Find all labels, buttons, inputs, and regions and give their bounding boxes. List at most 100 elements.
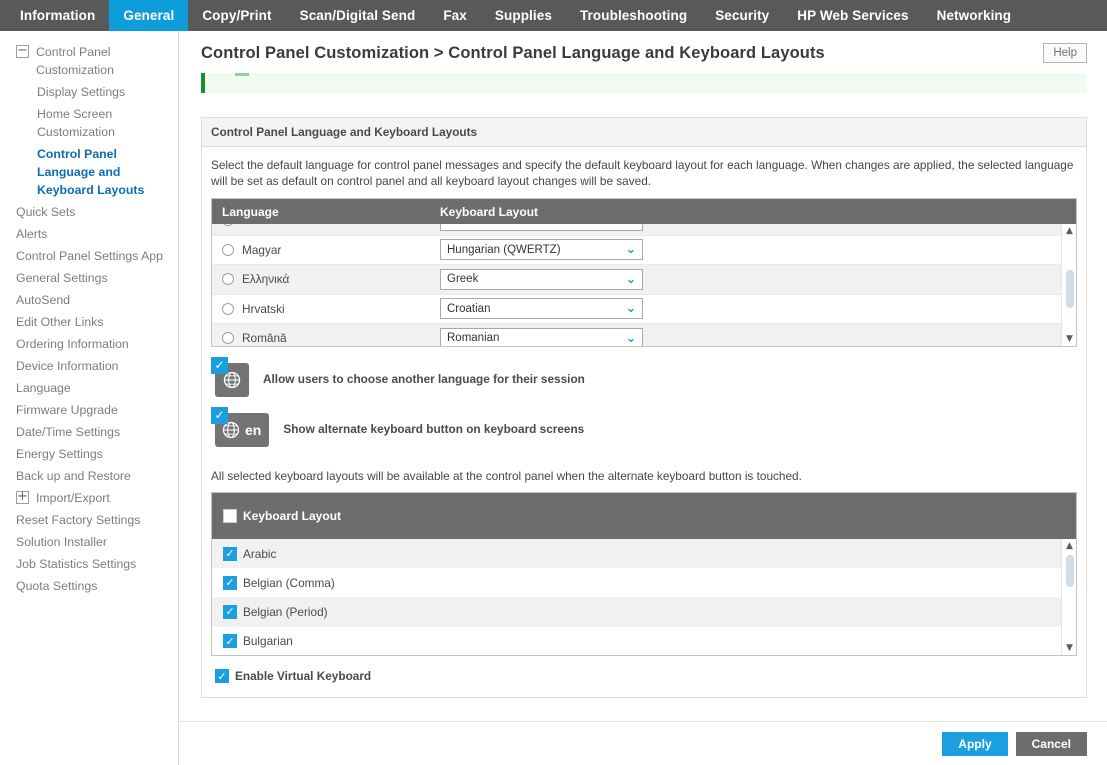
option-row[interactable]: en✓ Show alternate keyboard button on key… <box>215 413 1077 447</box>
sidebar-item-language[interactable]: Language <box>0 377 178 399</box>
enable-virtual-keyboard-row[interactable]: ✓ Enable Virtual Keyboard <box>215 669 1077 683</box>
language-name-cell: Hrvatski <box>222 302 440 316</box>
keyboard-layout-dropdown[interactable]: ⌄ <box>440 224 643 231</box>
scrollbar-thumb[interactable] <box>1066 270 1074 308</box>
sidebar-item-display-settings[interactable]: Display Settings <box>0 81 178 103</box>
sidebar-item-job-statistics-settings[interactable]: Job Statistics Settings <box>0 553 178 575</box>
chevron-down-icon[interactable]: ⌄ <box>620 301 642 316</box>
sidebar-item-solution-installer[interactable]: Solution Installer <box>0 531 178 553</box>
keyboard-layout-dropdown[interactable]: Romanian⌄ <box>440 328 643 346</box>
nav-tab-hp-web-services[interactable]: HP Web Services <box>783 0 922 31</box>
language-row[interactable]: Hrvatski Croatian⌄ <box>212 295 1076 325</box>
language-label: Hrvatski <box>242 302 285 316</box>
collapse-minus-icon[interactable]: − <box>16 45 29 58</box>
language-name-cell: Ελληνικά <box>222 272 440 286</box>
sidebar-item-label: Back up and Restore <box>16 467 131 485</box>
language-row[interactable]: ⌄ <box>212 224 1076 236</box>
keyboard-layout-row[interactable]: ✓Bulgarian <box>212 627 1076 655</box>
keyboard-layout-checkbox[interactable]: ✓ <box>223 576 237 590</box>
keyboard-layout-dropdown[interactable]: Hungarian (QWERTZ)⌄ <box>440 239 643 260</box>
keyboard-layout-row[interactable]: ✓ Belgian (Comma) <box>212 568 1076 597</box>
keyboard-layout-row[interactable]: ✓ Arabic <box>212 539 1076 568</box>
help-button[interactable]: Help <box>1043 43 1087 63</box>
keyboard-layout-scrollbar[interactable]: ▲ ▼ <box>1061 539 1076 655</box>
sidebar-item-control-panel-language-and-keyboard-layouts[interactable]: Control Panel Language and Keyboard Layo… <box>0 143 178 201</box>
enable-virtual-keyboard-checkbox[interactable]: ✓ <box>215 669 229 683</box>
sidebar-item-control-panel-settings-app[interactable]: Control Panel Settings App <box>0 245 178 267</box>
language-grid: Language Keyboard Layout ⌄MagyarHungaria… <box>211 198 1077 347</box>
sidebar-item-control-panel-customization[interactable]: −Control Panel Customization <box>0 41 178 81</box>
sidebar-item-energy-settings[interactable]: Energy Settings <box>0 443 178 465</box>
language-label: Română <box>242 331 287 345</box>
option-label: Show alternate keyboard button on keyboa… <box>283 422 584 436</box>
option-icon-button-wrap: en✓ <box>215 413 269 447</box>
select-all-checkbox[interactable] <box>223 509 237 523</box>
chevron-down-icon[interactable]: ⌄ <box>620 331 642 346</box>
language-grid-header: Language Keyboard Layout <box>212 199 1076 224</box>
chevron-down-icon[interactable]: ⌄ <box>620 242 642 257</box>
sidebar-item-reset-factory-settings[interactable]: Reset Factory Settings <box>0 509 178 531</box>
language-radio[interactable] <box>222 224 234 226</box>
chevron-down-icon[interactable]: ▼ <box>1062 641 1076 655</box>
nav-tab-supplies[interactable]: Supplies <box>481 0 566 31</box>
chevron-up-icon[interactable]: ▲ <box>1062 224 1076 238</box>
option-checkbox[interactable]: ✓ <box>211 357 228 374</box>
cancel-button[interactable]: Cancel <box>1016 732 1087 756</box>
language-radio[interactable] <box>222 273 234 285</box>
nav-tab-information[interactable]: Information <box>6 0 109 31</box>
main-content: Control Panel Customization > Control Pa… <box>179 31 1107 765</box>
sidebar-navigation: −Control Panel CustomizationDisplay Sett… <box>0 31 179 765</box>
chevron-down-icon[interactable]: ▼ <box>1062 332 1076 346</box>
nav-tab-general[interactable]: General <box>109 0 188 31</box>
language-row[interactable]: MagyarHungarian (QWERTZ)⌄ <box>212 236 1076 266</box>
apply-button[interactable]: Apply <box>942 732 1007 756</box>
keyboard-layout-label: Arabic <box>243 547 276 561</box>
sidebar-item-date-time-settings[interactable]: Date/Time Settings <box>0 421 178 443</box>
scrollbar-thumb[interactable] <box>1066 555 1074 587</box>
keyboard-layout-checkbox[interactable]: ✓ <box>223 634 237 648</box>
language-grid-scrollbar[interactable]: ▲ ▼ <box>1061 224 1076 346</box>
sidebar-item-alerts[interactable]: Alerts <box>0 223 178 245</box>
sidebar-item-ordering-information[interactable]: Ordering Information <box>0 333 178 355</box>
sidebar-item-quota-settings[interactable]: Quota Settings <box>0 575 178 597</box>
keyboard-layout-label: Belgian (Comma) <box>243 576 335 590</box>
nav-tab-scan-digital-send[interactable]: Scan/Digital Send <box>286 0 430 31</box>
option-rows: ✓ Allow users to choose another language … <box>211 363 1077 447</box>
chevron-up-icon[interactable]: ▲ <box>1062 539 1076 553</box>
keyboard-layout-checkbox[interactable]: ✓ <box>223 547 237 561</box>
sidebar-item-back-up-and-restore[interactable]: Back up and Restore <box>0 465 178 487</box>
chevron-down-icon[interactable]: ⌄ <box>620 224 642 228</box>
nav-tab-troubleshooting[interactable]: Troubleshooting <box>566 0 701 31</box>
language-row[interactable]: Română Romanian⌄ <box>212 324 1076 346</box>
keyboard-layout-row[interactable]: ✓Belgian (Period) <box>212 597 1076 626</box>
nav-tab-security[interactable]: Security <box>701 0 783 31</box>
keyboard-layout-checkbox[interactable]: ✓ <box>223 605 237 619</box>
nav-tab-copy-print[interactable]: Copy/Print <box>188 0 285 31</box>
option-checkbox[interactable]: ✓ <box>211 407 228 424</box>
sidebar-item-home-screen-customization[interactable]: Home Screen Customization <box>0 103 178 143</box>
keyboard-layout-list-header: Keyboard Layout <box>212 493 1076 539</box>
option-label: Allow users to choose another language f… <box>263 372 585 386</box>
language-radio[interactable] <box>222 303 234 315</box>
option-row[interactable]: ✓ Allow users to choose another language … <box>215 363 1077 397</box>
notification-icon <box>235 73 249 76</box>
expand-plus-icon[interactable]: + <box>16 491 29 504</box>
chevron-down-icon[interactable]: ⌄ <box>620 272 642 287</box>
keyboard-layout-dropdown[interactable]: Greek⌄ <box>440 269 643 290</box>
page-body: −Control Panel CustomizationDisplay Sett… <box>0 31 1107 765</box>
sidebar-item-edit-other-links[interactable]: Edit Other Links <box>0 311 178 333</box>
language-radio[interactable] <box>222 244 234 256</box>
sidebar-item-label: Import/Export <box>36 489 110 507</box>
keyboard-layout-dropdown[interactable]: Croatian⌄ <box>440 298 643 319</box>
sidebar-item-firmware-upgrade[interactable]: Firmware Upgrade <box>0 399 178 421</box>
option-icon-button-wrap: ✓ <box>215 363 249 397</box>
sidebar-item-autosend[interactable]: AutoSend <box>0 289 178 311</box>
nav-tab-fax[interactable]: Fax <box>429 0 481 31</box>
language-row[interactable]: ΕλληνικάGreek⌄ <box>212 265 1076 295</box>
nav-tab-networking[interactable]: Networking <box>923 0 1026 31</box>
sidebar-item-device-information[interactable]: Device Information <box>0 355 178 377</box>
sidebar-item-quick-sets[interactable]: Quick Sets <box>0 201 178 223</box>
sidebar-item-general-settings[interactable]: General Settings <box>0 267 178 289</box>
language-radio[interactable] <box>222 332 234 344</box>
sidebar-item-import-export[interactable]: + Import/Export <box>0 487 178 509</box>
